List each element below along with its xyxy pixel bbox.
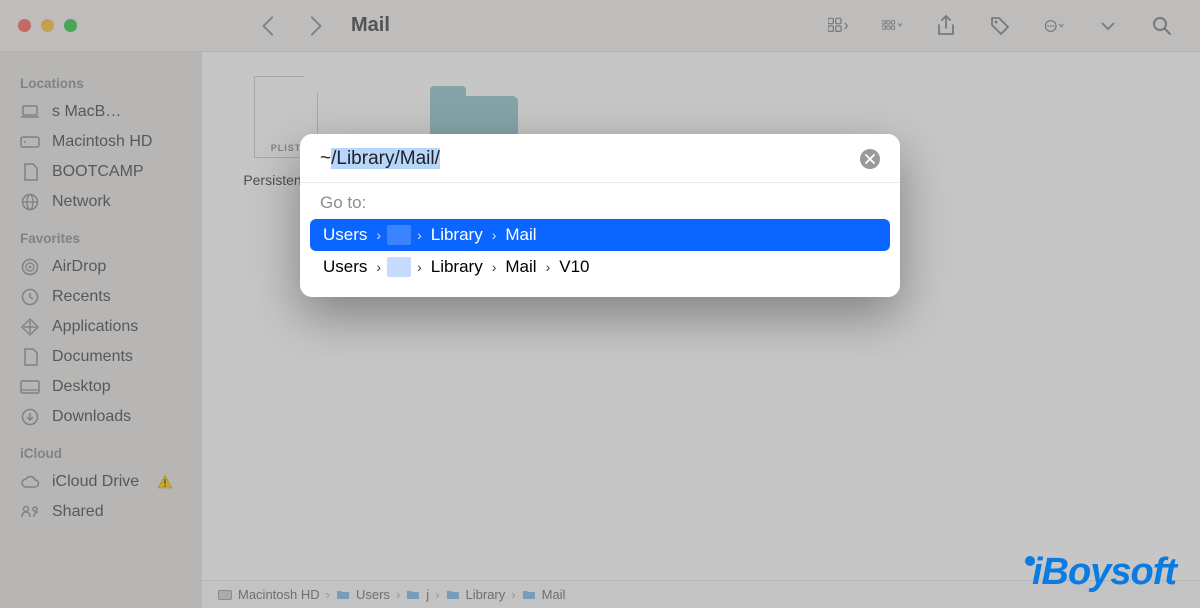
- sidebar-item-label: Network: [52, 193, 111, 211]
- back-button[interactable]: [262, 16, 282, 36]
- watermark: iBoysoft: [1022, 551, 1176, 594]
- path-part: Mail: [502, 257, 539, 277]
- sidebar-header-favorites: Favorites: [0, 217, 202, 252]
- hdd-icon: [218, 588, 232, 602]
- go-to-folder-dialog: ~/Library/Mail/ Go to: Users› › Library›…: [300, 134, 900, 297]
- group-icon[interactable]: [882, 16, 902, 36]
- tag-icon[interactable]: [990, 16, 1010, 36]
- folder-icon: [446, 588, 460, 602]
- path-segment[interactable]: Library: [466, 587, 506, 602]
- sidebar-item-downloads[interactable]: Downloads: [0, 402, 202, 432]
- suggestion-row[interactable]: Users› › Library› Mail: [310, 219, 890, 251]
- globe-icon: [20, 193, 40, 211]
- sidebar-item-label: Macintosh HD: [52, 133, 152, 151]
- nav-buttons: [265, 19, 319, 33]
- path-part: Library: [428, 257, 486, 277]
- window-controls: [0, 19, 95, 32]
- path-part: Users: [320, 225, 370, 245]
- more-icon[interactable]: [1044, 16, 1064, 36]
- path-part: Library: [428, 225, 486, 245]
- goto-label: Go to:: [300, 183, 900, 219]
- hdd-icon: [20, 133, 40, 151]
- minimize-button[interactable]: [41, 19, 54, 32]
- download-icon: [20, 408, 40, 426]
- warning-icon: [157, 474, 173, 490]
- sidebar-item-label: Applications: [52, 318, 138, 336]
- sidebar-item-label: Downloads: [52, 408, 131, 426]
- sidebar-header-icloud: iCloud: [0, 432, 202, 467]
- sidebar-item-recents[interactable]: Recents: [0, 282, 202, 312]
- laptop-icon: [20, 103, 40, 121]
- sidebar-item-airdrop[interactable]: AirDrop: [0, 252, 202, 282]
- path-part: V10: [556, 257, 592, 277]
- suggestion-row[interactable]: Users› › Library› Mail› V10: [310, 251, 890, 283]
- sidebar-item-label: BOOTCAMP: [52, 163, 144, 181]
- chevron-down-icon[interactable]: [1098, 16, 1118, 36]
- sidebar-item-network[interactable]: Network: [0, 187, 202, 217]
- sidebar-item-documents[interactable]: Documents: [0, 342, 202, 372]
- cloud-icon: [20, 473, 40, 491]
- folder-icon: [406, 588, 420, 602]
- doc-icon: [20, 348, 40, 366]
- sidebar-item-device[interactable]: s MacB…: [0, 97, 202, 127]
- zoom-button[interactable]: [64, 19, 77, 32]
- path-segment[interactable]: j: [426, 587, 429, 602]
- path-input[interactable]: ~/Library/Mail/: [320, 148, 860, 170]
- airdrop-icon: [20, 258, 40, 276]
- path-part-redacted: [387, 257, 411, 277]
- view-icon-grid[interactable]: [828, 16, 848, 36]
- share-icon[interactable]: [936, 16, 956, 36]
- sidebar-item-label: iCloud Drive: [52, 473, 139, 491]
- sidebar: Locations s MacB… Macintosh HD BOOTCAMP …: [0, 52, 202, 608]
- path-segment[interactable]: Mail: [542, 587, 566, 602]
- forward-button[interactable]: [302, 16, 322, 36]
- path-part: Mail: [502, 225, 539, 245]
- sidebar-item-macintosh-hd[interactable]: Macintosh HD: [0, 127, 202, 157]
- folder-icon: [522, 588, 536, 602]
- clear-button[interactable]: [860, 149, 880, 169]
- path-part: Users: [320, 257, 370, 277]
- input-selection: /Library/Mail/: [331, 148, 440, 169]
- sidebar-header-locations: Locations: [0, 62, 202, 97]
- path-part-redacted: [387, 225, 411, 245]
- titlebar: Mail: [0, 0, 1200, 52]
- path-segment[interactable]: Users: [356, 587, 390, 602]
- sidebar-item-shared[interactable]: Shared: [0, 497, 202, 527]
- finder-window: Mail Locations s MacB… Macintosh HD BOOT…: [0, 0, 1200, 608]
- sidebar-item-label: Recents: [52, 288, 111, 306]
- sidebar-item-label: Shared: [52, 503, 104, 521]
- shared-icon: [20, 503, 40, 521]
- suggestions-list: Users› › Library› Mail Users› › Library›…: [300, 219, 900, 297]
- apps-icon: [20, 318, 40, 336]
- sidebar-item-label: AirDrop: [52, 258, 106, 276]
- folder-icon: [336, 588, 350, 602]
- search-icon[interactable]: [1152, 16, 1172, 36]
- sidebar-item-bootcamp[interactable]: BOOTCAMP: [0, 157, 202, 187]
- path-segment[interactable]: Macintosh HD: [238, 587, 320, 602]
- sidebar-item-label: Desktop: [52, 378, 111, 396]
- close-button[interactable]: [18, 19, 31, 32]
- dialog-input-row: ~/Library/Mail/: [300, 134, 900, 183]
- desktop-icon: [20, 378, 40, 396]
- sidebar-item-icloud-drive[interactable]: iCloud Drive: [0, 467, 202, 497]
- window-title: Mail: [351, 14, 828, 37]
- sidebar-item-desktop[interactable]: Desktop: [0, 372, 202, 402]
- sidebar-item-label: s MacB…: [52, 103, 121, 121]
- sidebar-item-applications[interactable]: Applications: [0, 312, 202, 342]
- sidebar-item-label: Documents: [52, 348, 133, 366]
- doc-icon: [20, 163, 40, 181]
- clock-icon: [20, 288, 40, 306]
- toolbar: [828, 16, 1200, 36]
